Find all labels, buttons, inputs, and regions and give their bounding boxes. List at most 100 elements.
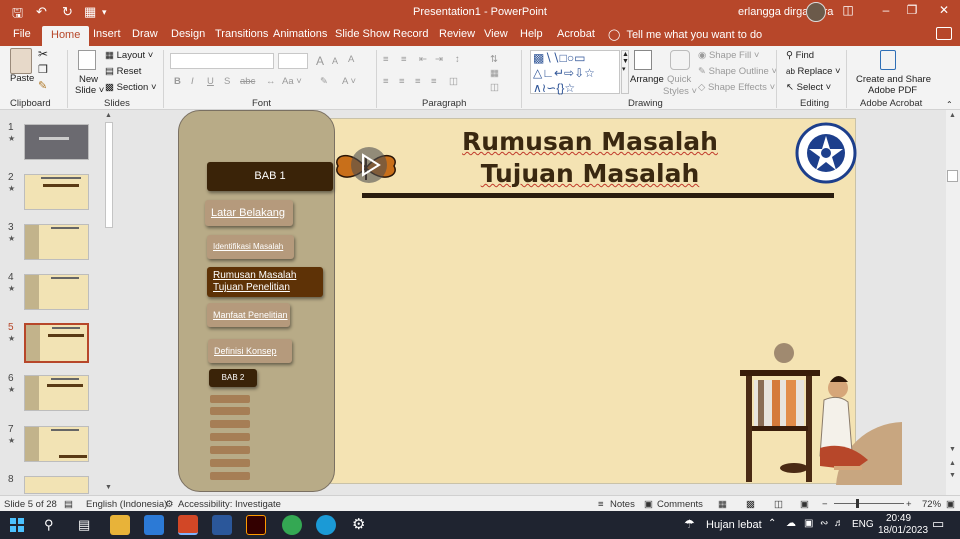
quick-styles-label-2[interactable]: Styles ˅	[663, 86, 697, 97]
slide-title-line-1[interactable]: Rumusan Masalah	[405, 127, 775, 156]
vscode-icon[interactable]	[144, 515, 164, 535]
zoom-slider[interactable]	[834, 503, 904, 504]
file-explorer-icon[interactable]	[110, 515, 130, 535]
new-slide-icon[interactable]	[78, 50, 96, 70]
decrease-font-size-button[interactable]: A	[332, 56, 338, 66]
onedrive-icon[interactable]: ☁	[786, 518, 796, 529]
bold-button[interactable]: B	[174, 76, 181, 87]
slide-title-line-2[interactable]: Tujuan Masalah	[405, 159, 775, 188]
comments-icon[interactable]	[936, 27, 952, 40]
tab-acrobat[interactable]: Acrobat	[557, 28, 595, 40]
find-button[interactable]: ⚲ Find	[786, 50, 814, 61]
select-button[interactable]: ↖ Select ˅	[786, 82, 831, 93]
slide-thumbnail-3[interactable]	[24, 224, 89, 260]
clear-formatting-button[interactable]: A	[348, 54, 354, 65]
bab2-sublink[interactable]	[210, 433, 250, 441]
editor-scrollbar[interactable]: ▲ ▼ ▲ ▼	[946, 110, 960, 495]
tab-design[interactable]: Design	[171, 28, 205, 40]
justify-icon[interactable]: ≡	[431, 76, 437, 87]
bab2-sublink[interactable]	[210, 407, 250, 415]
language-indicator[interactable]: English (Indonesia)	[86, 499, 167, 510]
replace-button[interactable]: ab Replace ˅	[786, 66, 841, 77]
shadow-button[interactable]: S	[224, 76, 230, 87]
weather-text[interactable]: Hujan lebat	[706, 519, 762, 531]
smartart-icon[interactable]: ◫	[490, 82, 499, 93]
restore-button[interactable]: ❐	[900, 3, 924, 21]
tab-insert[interactable]: Insert	[93, 28, 121, 40]
arrange-button[interactable]: Arrange	[630, 74, 664, 85]
copy-icon[interactable]: ❐	[38, 63, 48, 76]
play-media-button[interactable]	[350, 146, 388, 184]
character-spacing-icon[interactable]: ↔	[266, 76, 276, 87]
shapes-gallery[interactable]: ▩∖∖□○▭ △∟↵⇨⇩☆ ∧≀∽{}☆	[530, 50, 620, 95]
tab-slide-show[interactable]: Slide Show	[335, 28, 390, 40]
cut-icon[interactable]: ✂	[38, 47, 48, 61]
rumusan-masalah-link[interactable]: Rumusan Masalah Tujuan Penelitian	[207, 267, 323, 297]
tab-help[interactable]: Help	[520, 28, 543, 40]
highlight-icon[interactable]: ✎	[320, 76, 328, 87]
bab2-sublink[interactable]	[210, 420, 250, 428]
slide-show-icon[interactable]: ▣	[800, 499, 809, 510]
underline-button[interactable]: U	[207, 76, 214, 87]
accessibility-status[interactable]: Accessibility: Investigate	[178, 499, 281, 510]
new-slide-label-2[interactable]: Slide ˅	[75, 85, 104, 96]
notifications-icon[interactable]: ▭	[932, 516, 944, 532]
columns-icon[interactable]: ◫	[449, 76, 458, 87]
create-pdf-label-1[interactable]: Create and Share	[856, 74, 931, 85]
clock-date[interactable]: 18/01/2023	[878, 525, 928, 536]
tab-view[interactable]: View	[484, 28, 508, 40]
ribbon-display-options-button[interactable]: ◫	[836, 3, 860, 21]
slide-thumbnail-2[interactable]	[24, 174, 89, 210]
tab-animations[interactable]: Animations	[273, 28, 327, 40]
task-view-icon[interactable]: ▤	[78, 517, 90, 533]
settings-icon[interactable]: ⚙	[352, 515, 365, 533]
slide-thumbnail-6[interactable]	[24, 375, 89, 411]
previous-slide-icon[interactable]: ▲	[949, 460, 956, 467]
definisi-konsep-link[interactable]: Definisi Konsep	[208, 339, 292, 363]
line-spacing-icon[interactable]: ↕	[455, 54, 460, 65]
slide-sorter-icon[interactable]: ▩	[746, 499, 755, 510]
slide-thumbnail-4[interactable]	[24, 274, 89, 310]
scroll-down-icon[interactable]: ▼	[949, 446, 956, 453]
notes-icon[interactable]: ≡	[598, 499, 604, 510]
language-indicator[interactable]: ENG	[852, 519, 874, 530]
create-pdf-label-2[interactable]: Adobe PDF	[868, 85, 917, 96]
align-center-icon[interactable]: ≡	[399, 76, 405, 87]
scroll-down-icon[interactable]: ▼	[105, 484, 112, 491]
reset-button[interactable]: ▤ Reset	[105, 66, 141, 77]
chevron-up-icon[interactable]: ⌃	[768, 518, 776, 529]
word-icon[interactable]	[212, 515, 232, 535]
zoom-level[interactable]: 72%	[922, 499, 941, 510]
tab-review[interactable]: Review	[439, 28, 475, 40]
change-case-button[interactable]: Aa ˅	[282, 76, 302, 87]
shape-effects-button[interactable]: ◇ Shape Effects ˅	[698, 82, 775, 93]
notes-button[interactable]: Notes	[610, 499, 635, 510]
scroll-up-icon[interactable]: ▲	[105, 112, 112, 119]
align-left-icon[interactable]: ≡	[383, 76, 389, 87]
bab1-button[interactable]: BAB 1	[207, 162, 333, 191]
reading-view-icon[interactable]: ◫	[774, 499, 783, 510]
increase-indent-icon[interactable]: ⇥	[435, 54, 443, 65]
chrome-icon[interactable]	[282, 515, 302, 535]
tab-transitions[interactable]: Transitions	[215, 28, 268, 40]
bullets-icon[interactable]: ≡	[383, 54, 389, 65]
bab2-sublink[interactable]	[210, 395, 250, 403]
weather-icon[interactable]: ☂	[684, 517, 695, 531]
bab2-sublink[interactable]	[210, 459, 250, 467]
tab-file[interactable]: File	[13, 28, 31, 40]
paste-button[interactable]: Paste	[10, 73, 34, 84]
quick-styles-label-1[interactable]: Quick	[667, 74, 691, 85]
fit-slide-icon[interactable]: ▣	[946, 499, 955, 510]
comments-button[interactable]: Comments	[657, 499, 703, 510]
font-size-combo[interactable]	[278, 53, 308, 69]
bab2-sublink[interactable]	[210, 446, 250, 454]
paste-icon[interactable]	[10, 48, 32, 74]
powerpoint-taskbar-icon[interactable]	[178, 515, 198, 535]
accessibility-icon[interactable]: ⚙	[165, 499, 174, 510]
numbering-icon[interactable]: ≡	[401, 54, 407, 65]
new-slide-label-1[interactable]: New	[79, 74, 98, 85]
zoom-out-icon[interactable]: −	[822, 499, 828, 510]
layout-button[interactable]: ▦ Layout ˅	[105, 50, 153, 61]
illustrator-icon[interactable]	[246, 515, 266, 535]
thumbnail-scroll-thumb[interactable]	[105, 122, 113, 228]
